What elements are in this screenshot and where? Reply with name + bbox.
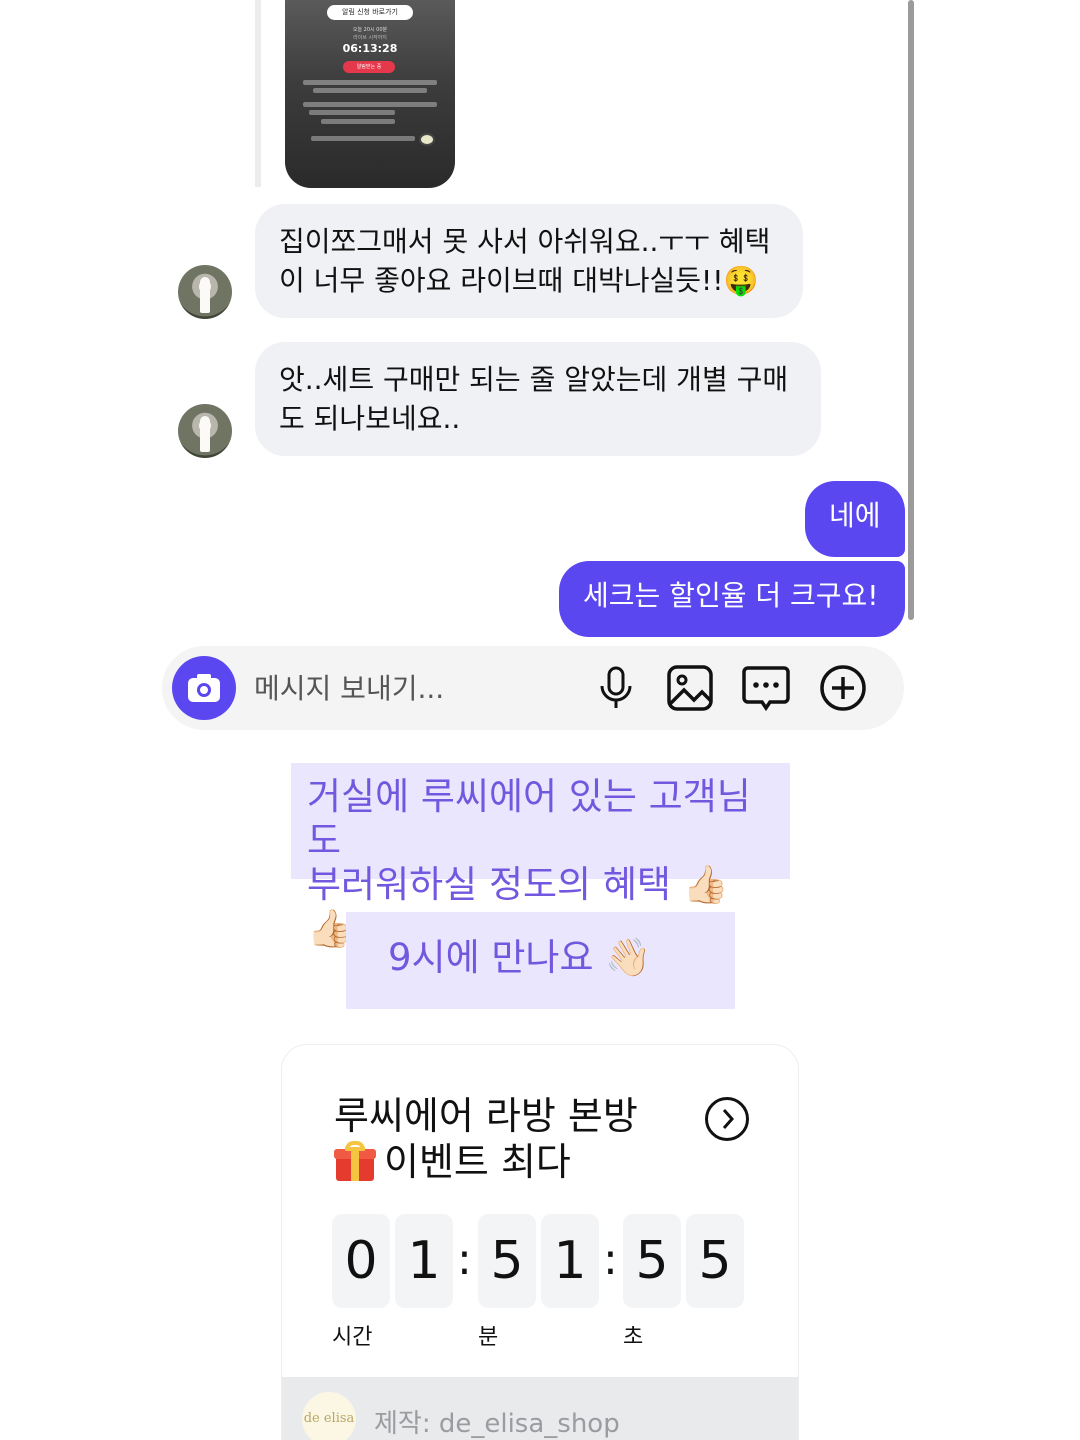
story-text-line bbox=[321, 119, 395, 124]
countdown-title-line: 루씨에어 라방 본방 bbox=[334, 1094, 638, 1138]
countdown-unit-hours: 시간 bbox=[332, 1325, 373, 1350]
camera-icon bbox=[188, 674, 220, 702]
message-text: 집이쪼그매서 못 사서 아쉬워요..ㅜㅜ 혜택 bbox=[279, 225, 771, 258]
camera-button[interactable] bbox=[172, 656, 236, 720]
countdown-separator: : bbox=[603, 1234, 618, 1285]
story-text-line bbox=[311, 136, 415, 141]
message-bubble-outgoing[interactable]: 네에 bbox=[805, 481, 905, 557]
message-text: 앗..세트 구매만 되는 줄 알았는데 개별 구매 bbox=[279, 363, 789, 396]
countdown-title-line-2: 이벤트 최다 bbox=[334, 1139, 664, 1185]
story-text-line bbox=[309, 110, 395, 115]
gallery-icon[interactable] bbox=[664, 662, 716, 714]
story-caption: 9시에 만나요 👋🏻 bbox=[346, 912, 735, 1009]
story-sticker-icon bbox=[419, 133, 435, 146]
message-bubble-outgoing[interactable]: 세크는 할인율 더 크구요! bbox=[559, 561, 905, 637]
story-caption: 거실에 루씨에어 있는 고객님도 부러워하실 정도의 혜택 👍🏻👍🏻 bbox=[291, 763, 790, 950]
countdown-card[interactable]: 루씨에어 라방 본방 이벤트 최다 0 1 : 5 1 : 5 5 시간 분 초… bbox=[281, 1044, 799, 1440]
scrollbar[interactable] bbox=[908, 0, 914, 620]
story-text-line bbox=[313, 88, 427, 93]
chevron-right-icon[interactable] bbox=[705, 1097, 749, 1141]
caption-text: 거실에 루씨에어 있는 고객님도 bbox=[307, 775, 751, 862]
reply-indicator-line bbox=[255, 0, 261, 187]
gift-icon bbox=[334, 1141, 376, 1181]
story-subtitle-text: 라이브 시작까지 bbox=[353, 35, 387, 41]
countdown-digit: 1 bbox=[395, 1214, 453, 1308]
story-text-line bbox=[303, 102, 437, 107]
shared-story-preview[interactable]: 알림 신청 바로가기 오늘 20시 00분 라이브 시작까지 06:13:28 … bbox=[285, 0, 455, 188]
message-composer bbox=[162, 646, 904, 730]
creator-logo: de elisa bbox=[302, 1392, 356, 1440]
message-text: 세크는 할인율 더 크구요! bbox=[583, 579, 879, 612]
sticker-chat-icon[interactable] bbox=[740, 662, 792, 714]
avatar[interactable] bbox=[178, 265, 232, 319]
countdown-footer[interactable]: de elisa 제작: de_elisa_shop bbox=[282, 1377, 798, 1440]
message-text: 이 너무 좋아요 라이브때 대박나실듯!!🤑 bbox=[279, 264, 759, 297]
story-date-text: 오늘 20시 00분 bbox=[352, 27, 388, 33]
countdown-unit-seconds: 초 bbox=[623, 1325, 644, 1350]
message-text: 도 되나보네요.. bbox=[279, 402, 461, 435]
countdown-separator: : bbox=[457, 1234, 472, 1285]
countdown-digit: 5 bbox=[623, 1214, 681, 1308]
story-countdown-time: 06:13:28 bbox=[342, 42, 398, 55]
avatar[interactable] bbox=[178, 404, 232, 458]
message-text: 네에 bbox=[829, 499, 881, 532]
countdown-digit: 1 bbox=[541, 1214, 599, 1308]
countdown-digit: 5 bbox=[478, 1214, 536, 1308]
message-bubble-incoming[interactable]: 앗..세트 구매만 되는 줄 알았는데 개별 구매 도 되나보네요.. bbox=[255, 342, 821, 456]
countdown-unit-minutes: 분 bbox=[478, 1325, 499, 1350]
story-notify-pill: 알림 신청 바로가기 bbox=[327, 5, 413, 20]
message-bubble-incoming[interactable]: 집이쪼그매서 못 사서 아쉬워요..ㅜㅜ 혜택 이 너무 좋아요 라이브때 대박… bbox=[255, 204, 803, 318]
add-icon[interactable] bbox=[817, 662, 869, 714]
countdown-title: 루씨에어 라방 본방 이벤트 최다 bbox=[334, 1093, 664, 1185]
caption-text: 9시에 만나요 👋🏻 bbox=[388, 936, 652, 979]
microphone-icon[interactable] bbox=[590, 662, 642, 714]
countdown-digit: 0 bbox=[332, 1214, 390, 1308]
countdown-digit: 5 bbox=[686, 1214, 744, 1308]
story-notify-button: 알림받는 중 bbox=[343, 61, 395, 73]
message-input[interactable] bbox=[254, 668, 574, 708]
creator-credit: 제작: de_elisa_shop bbox=[374, 1409, 620, 1439]
story-text-line bbox=[303, 80, 437, 85]
